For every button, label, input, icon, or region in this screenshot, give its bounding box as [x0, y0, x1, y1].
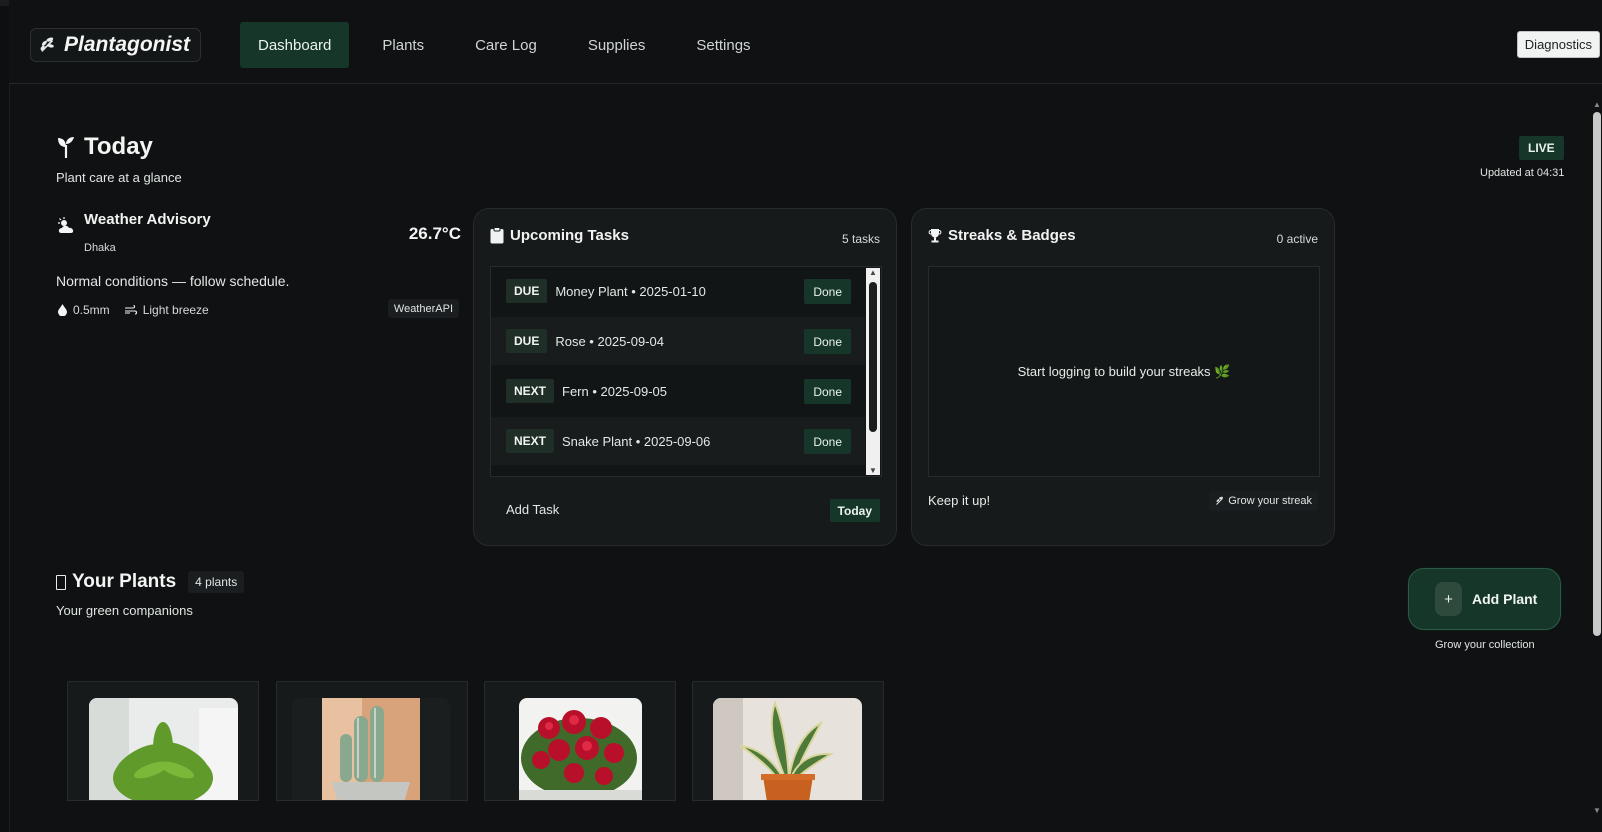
grow-streak-label: Grow your streak	[1228, 495, 1312, 507]
task-text: Fern • 2025-09-05	[562, 383, 668, 399]
plant-photo-snake-plant	[713, 698, 862, 800]
plus-icon: +	[1435, 582, 1462, 616]
add-plant-button[interactable]: + Add Plant	[1408, 568, 1561, 630]
sprout-icon	[58, 137, 74, 158]
scroll-up-arrow-icon[interactable]: ▲	[866, 268, 880, 277]
phone-icon	[56, 574, 66, 590]
task-status-badge: NEXT	[506, 379, 555, 403]
add-task-button[interactable]: Add Task	[506, 502, 559, 517]
wind-value: Light breeze	[142, 303, 209, 317]
task-scroll-thumb[interactable]	[869, 282, 877, 432]
task-row: DUE Rose • 2025-09-04 Done	[491, 317, 865, 365]
task-row: NEXT Snake Plant • 2025-09-06 Done	[491, 417, 865, 465]
weather-source-badge: WeatherAPI	[387, 299, 459, 318]
task-text: Snake Plant • 2025-09-06	[562, 433, 711, 449]
rain-info: 0.5mm	[58, 303, 110, 317]
rain-value: 0.5mm	[73, 303, 110, 317]
plant-photo-cactus	[292, 698, 450, 800]
done-button[interactable]: Done	[804, 279, 851, 304]
droplet-icon	[58, 304, 67, 316]
cloud-sun-icon	[58, 217, 74, 233]
streaks-empty-state: Start logging to build your streaks 🌿	[928, 266, 1320, 477]
add-plant-label: Add Plant	[1472, 591, 1538, 607]
plants-count-badge: 4 plants	[188, 571, 245, 593]
today-filter-chip[interactable]: Today	[829, 499, 880, 522]
task-text: Money Plant • 2025-01-10	[555, 283, 706, 299]
weather-meta: 0.5mm Light breeze	[58, 303, 209, 317]
nav-tabs: Dashboard Plants Care Log Supplies Setti…	[240, 22, 784, 68]
tab-plants[interactable]: Plants	[364, 22, 442, 68]
tab-supplies[interactable]: Supplies	[570, 22, 664, 68]
plants-header: Your Plants 4 plants	[56, 571, 245, 593]
weather-temperature: 26.7°C	[408, 224, 461, 243]
done-button[interactable]: Done	[804, 379, 851, 404]
streaks-badges-card: Streaks & Badges 0 active Start logging …	[911, 208, 1335, 546]
streaks-count: 0 active	[1276, 232, 1318, 246]
weather-city: Dhaka	[84, 242, 116, 254]
task-row: DUE Money Plant • 2025-01-10 Done	[491, 267, 865, 315]
task-status-badge: DUE	[506, 279, 548, 303]
tab-care-log[interactable]: Care Log	[457, 22, 555, 68]
wind-icon	[124, 305, 137, 315]
wind-info: Light breeze	[124, 303, 209, 317]
plant-card[interactable]	[276, 681, 468, 801]
task-row: NEXT Fern • 2025-09-05 Done	[491, 367, 865, 415]
grow-streak-chip[interactable]: Grow your streak	[1209, 491, 1318, 511]
leaf-sprig-icon	[40, 37, 54, 52]
plant-card[interactable]	[67, 681, 259, 801]
scroll-up-arrow-icon[interactable]: ▲	[1593, 100, 1601, 110]
plants-subtitle: Your green companions	[56, 603, 193, 618]
done-button[interactable]: Done	[804, 429, 851, 454]
tab-dashboard[interactable]: Dashboard	[240, 22, 350, 68]
add-plant-caption: Grow your collection	[1435, 639, 1535, 651]
tab-settings[interactable]: Settings	[678, 22, 768, 68]
plant-photo-rose	[519, 698, 642, 800]
tasks-title: Upcoming Tasks	[510, 227, 629, 244]
plant-photo-fern	[89, 698, 238, 800]
plant-card[interactable]	[692, 681, 884, 801]
brand-logo[interactable]: Plantagonist	[30, 28, 202, 62]
plant-card[interactable]	[484, 681, 676, 801]
page-subtitle: Plant care at a glance	[56, 170, 182, 185]
upcoming-tasks-card: Upcoming Tasks 5 tasks DUE Money Plant •…	[473, 208, 897, 546]
task-text: Rose • 2025-09-04	[555, 333, 664, 349]
live-badge: LIVE	[1519, 136, 1564, 160]
scroll-down-arrow-icon[interactable]: ▼	[1593, 806, 1601, 816]
brand-name: Plantagonist	[64, 33, 191, 56]
task-list[interactable]: DUE Money Plant • 2025-01-10 Done DUE Ro…	[490, 266, 882, 477]
diagnostics-button[interactable]: Diagnostics	[1516, 31, 1600, 58]
streaks-title: Streaks & Badges	[948, 227, 1076, 244]
tasks-header: Upcoming Tasks	[490, 227, 629, 244]
page-scrollbar[interactable]: ▲ ▼	[1592, 100, 1602, 816]
trophy-icon	[928, 229, 942, 243]
clipboard-icon	[490, 227, 504, 244]
today-header: Today	[56, 133, 153, 161]
weather-advisory: Weather Advisory Dhaka 26.7°C Normal con…	[56, 205, 461, 325]
streaks-header: Streaks & Badges	[928, 227, 1076, 244]
streaks-footer-text: Keep it up!	[928, 493, 991, 508]
tasks-count: 5 tasks	[841, 232, 880, 246]
top-navbar: Plantagonist Dashboard Plants Care Log S…	[9, 0, 1602, 84]
scrollbar-thumb[interactable]	[1593, 112, 1601, 636]
scroll-down-arrow-icon[interactable]: ▼	[866, 466, 880, 475]
task-status-badge: NEXT	[506, 429, 555, 453]
leaf-sprig-icon	[1216, 496, 1224, 505]
done-button[interactable]: Done	[804, 329, 851, 354]
page-title: Today	[84, 133, 153, 160]
plants-title: Your Plants	[72, 571, 177, 592]
task-list-scrollbar[interactable]: ▲ ▼	[866, 268, 880, 475]
weather-title: Weather Advisory	[84, 211, 211, 228]
weather-message: Normal conditions — follow schedule.	[56, 273, 290, 289]
updated-timestamp: Updated at 04:31	[1480, 167, 1565, 179]
task-status-badge: DUE	[506, 329, 548, 353]
